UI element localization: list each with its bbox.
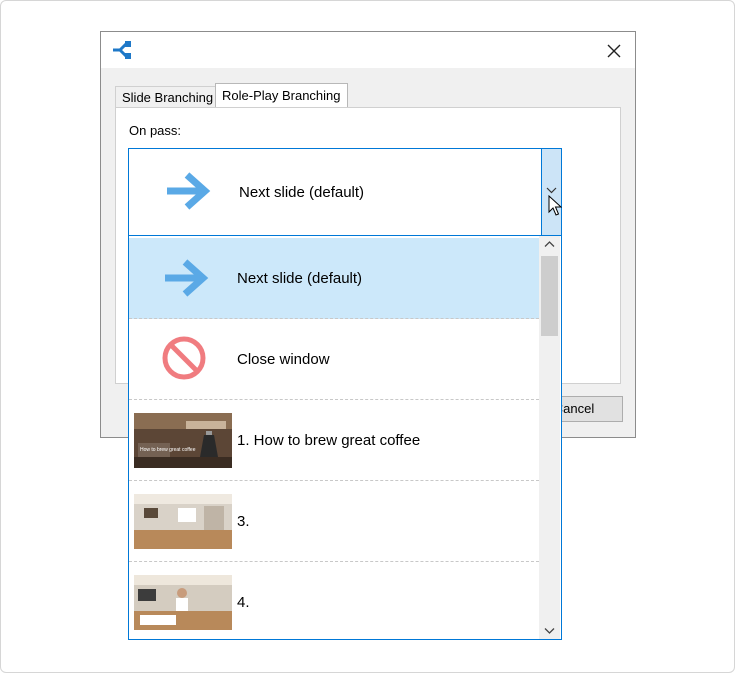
scroll-thumb[interactable] — [541, 256, 558, 336]
slide-thumbnail — [134, 494, 232, 549]
chevron-down-icon — [546, 187, 557, 194]
combo-dropdown-button[interactable] — [541, 149, 561, 235]
list-item-label: 1. How to brew great coffee — [237, 432, 421, 449]
right-arrow-icon — [167, 172, 211, 210]
list-item-label: 4. — [237, 594, 250, 611]
tab-slide-branching[interactable]: Slide Branching — [115, 86, 221, 108]
prohibited-icon — [162, 336, 206, 380]
chevron-down-icon — [544, 628, 555, 634]
tab-role-play-branching[interactable]: Role-Play Branching — [215, 83, 348, 108]
list-item-close-window[interactable]: Close window — [129, 319, 539, 400]
list-item-label: 3. — [237, 513, 250, 530]
scroll-up-button[interactable] — [539, 236, 560, 253]
close-icon[interactable] — [603, 40, 625, 62]
list-item-slide-1[interactable]: How to brew great coffee 1. How to brew … — [129, 400, 539, 481]
combo-selected-value: Next slide (default) — [239, 184, 365, 201]
branching-icon — [113, 41, 131, 59]
list-item-label: Close window — [237, 351, 330, 368]
right-arrow-icon — [165, 259, 209, 297]
mouse-cursor-icon — [548, 195, 562, 216]
chevron-up-icon — [544, 241, 555, 247]
scrollbar[interactable] — [539, 236, 560, 639]
list-item-slide-4[interactable]: 4. — [129, 562, 539, 639]
slide-thumbnail: How to brew great coffee — [134, 413, 232, 468]
on-pass-label: On pass: — [129, 123, 182, 138]
title-bar — [101, 32, 635, 68]
slide-thumbnail — [134, 575, 232, 630]
list-item-label: Next slide (default) — [237, 270, 363, 287]
thumbnail-caption: How to brew great coffee — [140, 447, 196, 453]
dropdown-list: Next slide (default) Close window How to… — [128, 235, 562, 640]
dropdown-items: Next slide (default) Close window How to… — [129, 236, 539, 639]
list-item-slide-3[interactable]: 3. — [129, 481, 539, 562]
list-item-next-slide[interactable]: Next slide (default) — [129, 238, 539, 319]
on-pass-combobox[interactable]: Next slide (default) — [128, 148, 562, 236]
scroll-down-button[interactable] — [539, 622, 560, 639]
